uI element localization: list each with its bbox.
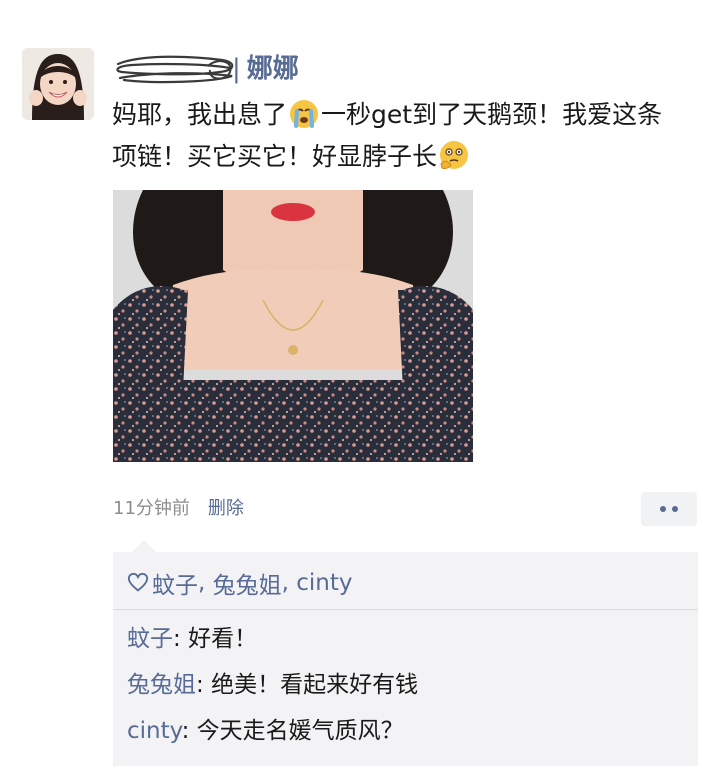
comment-user[interactable]: 兔兔姐 <box>127 672 196 698</box>
thinking-emoji-icon <box>440 141 469 170</box>
post-photo[interactable] <box>113 190 473 462</box>
avatar[interactable] <box>22 48 94 120</box>
like-user[interactable]: 蚊子 <box>152 566 198 600</box>
like-separator: , <box>198 570 213 596</box>
more-button[interactable] <box>641 492 697 526</box>
post-text-part-1: 妈耶，我出息了 <box>112 100 288 129</box>
like-user[interactable]: cinty <box>296 570 352 596</box>
like-user[interactable]: 兔兔姐 <box>213 566 282 600</box>
name-separator: | <box>232 54 241 84</box>
author-row: | 娜娜 <box>112 52 299 86</box>
comment-text: 好看！ <box>188 626 258 652</box>
crying-emoji-icon <box>290 100 319 128</box>
heart-outline-icon <box>127 572 149 592</box>
author-name[interactable]: 娜娜 <box>247 52 299 86</box>
delete-button[interactable]: 删除 <box>208 494 244 520</box>
comment-item[interactable]: 蚊子: 好看！ <box>127 622 257 656</box>
post-meta: 11分钟前 删除 <box>113 493 244 521</box>
comment-text: 绝美！看起来好有钱 <box>211 672 419 698</box>
post-time: 11分钟前 <box>113 498 190 519</box>
comments-divider <box>113 609 698 610</box>
likes-row: 蚊子, 兔兔姐, cinty <box>127 566 353 600</box>
comment-text: 今天走名媛气质风？ <box>196 718 404 744</box>
comment-user[interactable]: cinty <box>127 718 182 744</box>
comments-caret <box>132 540 156 552</box>
comment-user[interactable]: 蚊子 <box>127 626 173 652</box>
redacted-name-scribble <box>116 55 234 84</box>
comment-item[interactable]: 兔兔姐: 绝美！看起来好有钱 <box>127 668 418 702</box>
more-dots-icon <box>660 506 678 512</box>
like-separator: , <box>281 570 297 596</box>
comment-item[interactable]: cinty: 今天走名媛气质风？ <box>127 714 404 748</box>
post-text: 妈耶，我出息了 一秒get到了天鹅颈！我爱这条项链！买它买它！好显脖子长 <box>112 94 686 178</box>
